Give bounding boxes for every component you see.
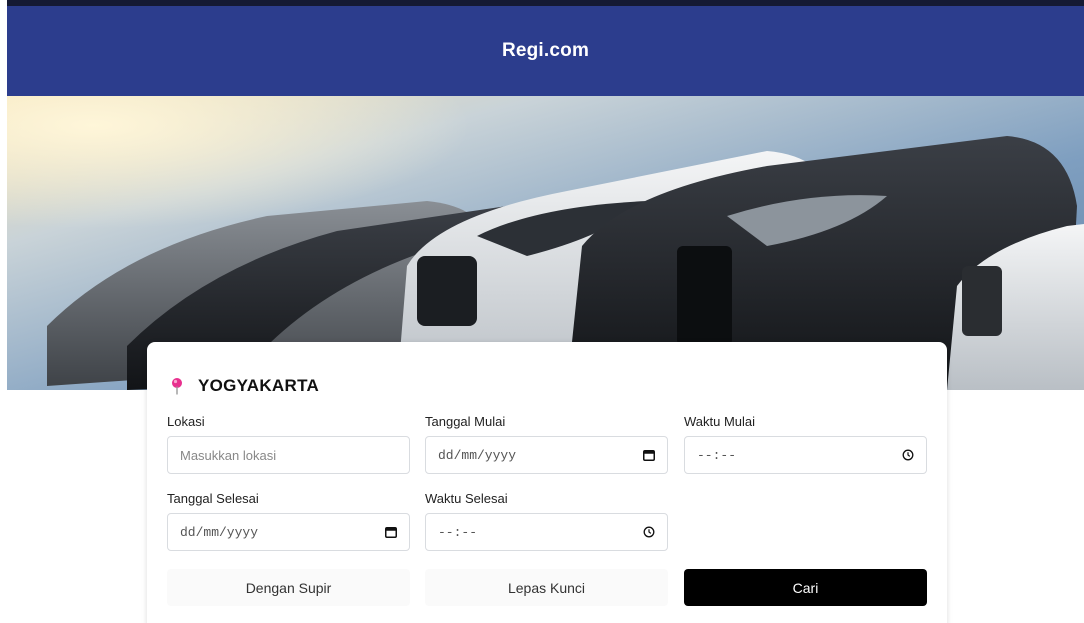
page: Regi.com YOGYAKARTA Lokasi Masukkan loka… [0,0,1084,623]
lokasi-placeholder: Masukkan lokasi [180,447,277,463]
waktu-mulai-label: Waktu Mulai [684,414,756,429]
brand-logo-text[interactable]: Regi.com [502,40,589,62]
tanggal-selesai-value: dd/mm/yyyy [180,524,259,540]
map-pin-icon [172,378,182,395]
tanggal-selesai-field: Tanggal Selesai dd/mm/yyyy [167,491,410,551]
waktu-selesai-value: --:-- [438,524,478,540]
waktu-selesai-input[interactable]: --:-- [425,513,668,551]
waktu-selesai-field: Waktu Selesai --:-- [425,491,668,551]
tanggal-mulai-value: dd/mm/yyyy [438,447,517,463]
tanggal-selesai-label: Tanggal Selesai [167,491,259,506]
lepas-kunci-button[interactable]: Lepas Kunci [425,569,668,606]
tanggal-mulai-field: Tanggal Mulai dd/mm/yyyy [425,414,668,474]
site-header: Regi.com [7,6,1084,96]
dengan-supir-button[interactable]: Dengan Supir [167,569,410,606]
waktu-mulai-value: --:-- [697,447,737,463]
lokasi-field: Lokasi Masukkan lokasi [167,414,410,474]
waktu-mulai-input[interactable]: --:-- [684,436,927,474]
search-card: YOGYAKARTA Lokasi Masukkan lokasi Tangga… [147,342,947,623]
city-heading: YOGYAKARTA [171,376,319,396]
lokasi-input[interactable]: Masukkan lokasi [167,436,410,474]
calendar-icon[interactable] [385,526,397,538]
tanggal-mulai-input[interactable]: dd/mm/yyyy [425,436,668,474]
calendar-icon[interactable] [643,449,655,461]
lokasi-label: Lokasi [167,414,205,429]
waktu-mulai-field: Waktu Mulai --:-- [684,414,927,474]
tanggal-selesai-input[interactable]: dd/mm/yyyy [167,513,410,551]
cari-button[interactable]: Cari [684,569,927,606]
waktu-selesai-label: Waktu Selesai [425,491,508,506]
clock-icon[interactable] [902,449,914,461]
clock-icon[interactable] [643,526,655,538]
city-name: YOGYAKARTA [198,376,320,395]
tanggal-mulai-label: Tanggal Mulai [425,414,506,429]
